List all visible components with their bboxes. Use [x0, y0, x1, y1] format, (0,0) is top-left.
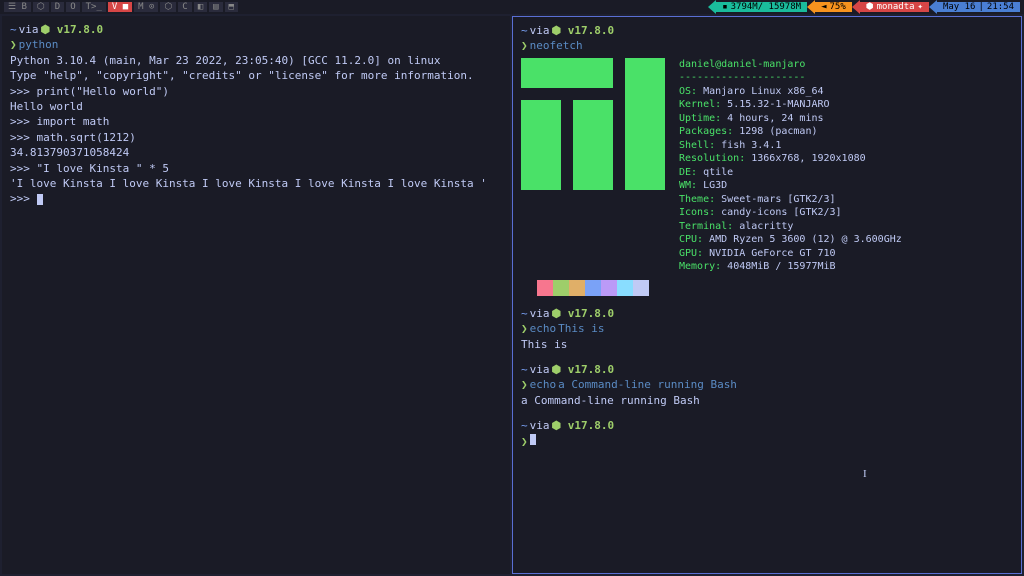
ws-8[interactable]: ⬡: [160, 2, 176, 12]
prompt-row: ~ via ⬢ v17.8.0: [10, 22, 502, 37]
prompt-arrow-icon: ❯: [521, 321, 528, 336]
swatch: [553, 280, 569, 296]
swatch: [521, 280, 537, 296]
swatch: [601, 280, 617, 296]
repl-cursor-line[interactable]: >>>: [10, 191, 502, 206]
workspace: ~ via ⬢ v17.8.0 ❯ python Python 3.10.4 (…: [0, 14, 1024, 576]
via-label: via: [19, 22, 39, 37]
prompt-arrow-icon: ❯: [521, 377, 528, 392]
ws-1[interactable]: ☰ B: [4, 2, 31, 12]
neofetch-block: daniel@daniel-manjaro ------------------…: [521, 58, 1013, 274]
echo-output: a Command-line running Bash: [521, 393, 1013, 408]
prompt-cmd-row: ❯ python: [10, 37, 502, 52]
sysinfo-row: Kernel: 5.15.32-1-MANJARO: [679, 98, 902, 112]
active-prompt[interactable]: ~ via ⬢ v17.8.0 ❯: [521, 418, 1013, 449]
manjaro-logo-icon: [521, 58, 665, 190]
sysinfo-row: Resolution: 1366x768, 1920x1080: [679, 152, 902, 166]
sysinfo-row: Packages: 1298 (pacman): [679, 125, 902, 139]
cursor-icon: [37, 194, 43, 205]
clock: May 16 | 21:54: [937, 2, 1020, 12]
sysinfo-row: Terminal: alacritty: [679, 220, 902, 234]
python-banner2: Type "help", "copyright", "credits" or "…: [10, 68, 502, 83]
ws-7[interactable]: M ⊙: [134, 2, 158, 12]
cwd-tilde: ~: [521, 23, 528, 38]
repl-line: >>> print("Hello world"): [10, 84, 502, 99]
terminal-right[interactable]: ~ via ⬢ v17.8.0 ❯ neofetch daniel@daniel…: [512, 16, 1022, 574]
repl-line: >>> "I love Kinsta " * 5: [10, 161, 502, 176]
python-banner: Python 3.10.4 (main, Mar 23 2022, 23:05:…: [10, 53, 502, 68]
echo-block-1: ~ via ⬢ v17.8.0 ❯ echo This is This is: [521, 306, 1013, 352]
prompt-row: ~ via ⬢ v17.8.0: [521, 23, 1013, 38]
repl-out: 'I love Kinsta I love Kinsta I love Kins…: [10, 176, 502, 191]
volume-status: ◄ 75%: [815, 2, 852, 12]
repl-line: >>> import math: [10, 114, 502, 129]
ws-10[interactable]: ◧: [194, 2, 207, 12]
echo-block-2: ~ via ⬢ v17.8.0 ❯ echo a Command-line ru…: [521, 362, 1013, 408]
sysinfo-row: GPU: NVIDIA GeForce GT 710: [679, 247, 902, 261]
color-palette: [521, 280, 1013, 296]
node-version: ⬢ v17.8.0: [41, 22, 104, 37]
ws-12[interactable]: ⬒: [225, 2, 238, 12]
window-title: ⬢ monadta ✦: [860, 2, 929, 12]
sysinfo-row: CPU: AMD Ryzen 5 3600 (12) @ 3.600GHz: [679, 233, 902, 247]
sysinfo-row: Memory: 4048MiB / 15977MiB: [679, 260, 902, 274]
swatch: [585, 280, 601, 296]
prompt-arrow-icon: ❯: [521, 434, 528, 449]
swatch: [617, 280, 633, 296]
sysinfo-row: Shell: fish 3.4.1: [679, 139, 902, 153]
top-bar: ☰ B ⬡ D O T>_ V ■ M ⊙ ⬡ C ◧ ▤ ⬒ ▪ 3794M/…: [0, 0, 1024, 14]
sysinfo-row: Theme: Sweet-mars [GTK2/3]: [679, 193, 902, 207]
repl-line: >>> math.sqrt(1212): [10, 130, 502, 145]
cmd-python: python: [19, 37, 59, 52]
sysinfo-row: WM: LG3D: [679, 179, 902, 193]
repl-out: 34.813790371058424: [10, 145, 502, 160]
sysinfo-row: DE: qtile: [679, 166, 902, 180]
prompt-arrow-icon: ❯: [521, 38, 528, 53]
ws-3[interactable]: D: [51, 2, 64, 12]
swatch: [633, 280, 649, 296]
ws-2[interactable]: ⬡: [33, 2, 49, 12]
swatch: [537, 280, 553, 296]
ws-11[interactable]: ▤: [209, 2, 222, 12]
sysinfo-row: OS: Manjaro Linux x86_64: [679, 85, 902, 99]
ws-9[interactable]: C: [178, 2, 191, 12]
cwd-tilde: ~: [10, 22, 17, 37]
terminal-left[interactable]: ~ via ⬢ v17.8.0 ❯ python Python 3.10.4 (…: [2, 16, 510, 574]
status-right: ▪ 3794M/ 15978M ◄ 75% ⬢ monadta ✦ May 16…: [708, 0, 1020, 14]
cursor-icon: [530, 434, 536, 445]
ws-5[interactable]: T>_: [82, 2, 106, 12]
user-host: daniel@daniel-manjaro: [679, 58, 902, 72]
swatch: [569, 280, 585, 296]
text-cursor-icon: I: [863, 467, 867, 482]
system-info: daniel@daniel-manjaro ------------------…: [679, 58, 902, 274]
sysinfo-row: Icons: candy-icons [GTK2/3]: [679, 206, 902, 220]
repl-out: Hello world: [10, 99, 502, 114]
memory-status: ▪ 3794M/ 15978M: [716, 2, 807, 12]
workspace-tags[interactable]: ☰ B ⬡ D O T>_ V ■ M ⊙ ⬡ C ◧ ▤ ⬒: [4, 2, 238, 12]
ws-6-active[interactable]: V ■: [108, 2, 132, 12]
ws-4[interactable]: O: [66, 2, 79, 12]
prompt-arrow-icon: ❯: [10, 37, 17, 52]
prompt-cmd-row: ❯ neofetch: [521, 38, 1013, 53]
cmd-neofetch: neofetch: [530, 38, 583, 53]
echo-output: This is: [521, 337, 1013, 352]
sysinfo-row: Uptime: 4 hours, 24 mins: [679, 112, 902, 126]
